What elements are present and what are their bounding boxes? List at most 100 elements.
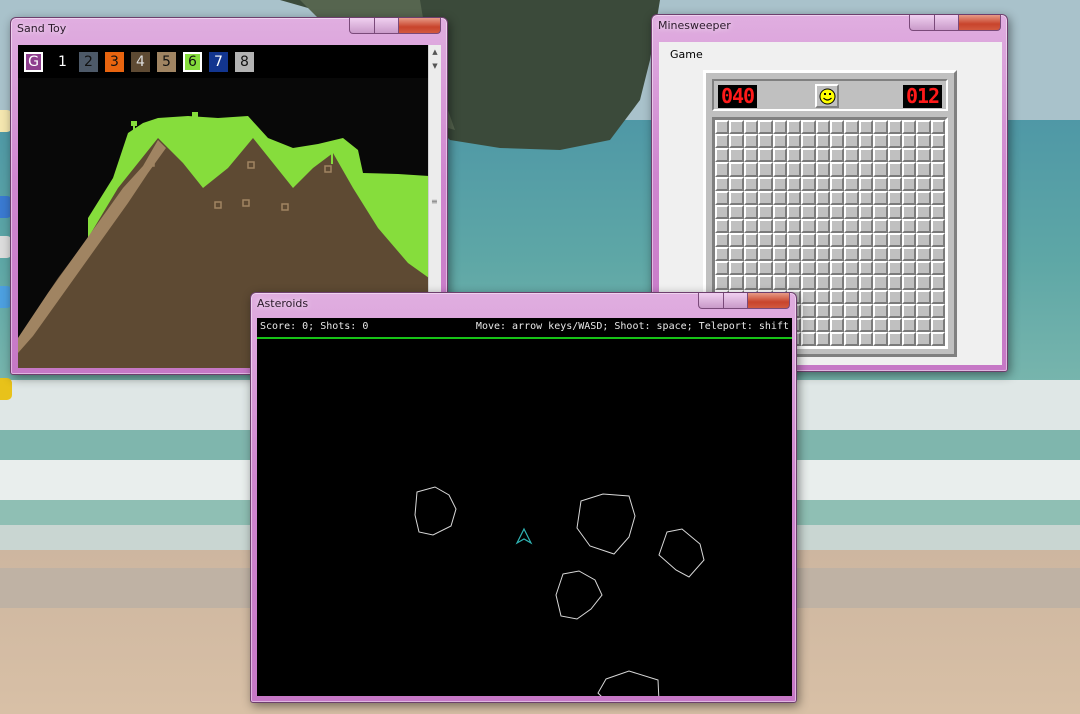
mine-cell[interactable] [844, 204, 859, 219]
mine-cell[interactable] [715, 190, 730, 205]
mine-cell[interactable] [916, 134, 931, 149]
close-button[interactable] [399, 18, 441, 34]
mine-cell[interactable] [815, 218, 830, 233]
mine-cell[interactable] [844, 148, 859, 163]
mine-cell[interactable] [729, 261, 744, 276]
mine-cell[interactable] [772, 247, 787, 262]
mine-cell[interactable] [815, 162, 830, 177]
mine-cell[interactable] [715, 218, 730, 233]
mine-cell[interactable] [830, 190, 845, 205]
palette-button-7[interactable]: 6 [183, 52, 202, 72]
palette-button-5[interactable]: 4 [131, 52, 150, 72]
mine-cell[interactable] [786, 148, 802, 163]
mine-cell[interactable] [715, 275, 730, 290]
mine-cell[interactable] [887, 289, 902, 304]
mine-cell[interactable] [801, 233, 816, 248]
mine-cell[interactable] [858, 331, 874, 346]
mine-cell[interactable] [844, 218, 859, 233]
mine-cell[interactable] [916, 148, 931, 163]
mine-cell[interactable] [887, 148, 902, 163]
mine-cell[interactable] [815, 134, 830, 149]
mine-cell[interactable] [916, 261, 931, 276]
mine-cell[interactable] [916, 289, 931, 304]
mine-cell[interactable] [815, 317, 830, 332]
mine-cell[interactable] [758, 204, 773, 219]
mine-cell[interactable] [786, 218, 802, 233]
mine-cell[interactable] [743, 247, 759, 262]
mine-cell[interactable] [901, 148, 917, 163]
mine-cell[interactable] [930, 289, 945, 304]
mine-cell[interactable] [772, 233, 787, 248]
mine-cell[interactable] [786, 162, 802, 177]
asteroids-window[interactable]: Asteroids Score: 0; Shots: 0 Move: arrow… [250, 292, 797, 703]
mine-cell[interactable] [887, 233, 902, 248]
mine-cell[interactable] [801, 134, 816, 149]
mine-cell[interactable] [815, 331, 830, 346]
mine-cell[interactable] [830, 134, 845, 149]
mine-cell[interactable] [743, 204, 759, 219]
mine-cell[interactable] [830, 233, 845, 248]
mine-cell[interactable] [930, 134, 945, 149]
mine-cell[interactable] [758, 176, 773, 191]
palette-button-8[interactable]: 7 [209, 52, 228, 72]
mine-cell[interactable] [901, 204, 917, 219]
mine-cell[interactable] [729, 162, 744, 177]
mine-cell[interactable] [930, 317, 945, 332]
scroll-up-arrow-icon[interactable]: ▲ [429, 45, 441, 59]
mine-cell[interactable] [858, 162, 874, 177]
mine-cell[interactable] [772, 176, 787, 191]
mine-cell[interactable] [772, 275, 787, 290]
mine-cell[interactable] [887, 275, 902, 290]
mine-cell[interactable] [758, 247, 773, 262]
mine-cell[interactable] [901, 176, 917, 191]
menu-game[interactable]: Game [670, 48, 703, 61]
mine-cell[interactable] [916, 275, 931, 290]
mine-cell[interactable] [844, 134, 859, 149]
mine-cell[interactable] [916, 218, 931, 233]
mine-cell[interactable] [901, 120, 917, 135]
mine-cell[interactable] [844, 261, 859, 276]
mine-cell[interactable] [873, 261, 888, 276]
mine-cell[interactable] [743, 162, 759, 177]
mine-cell[interactable] [830, 303, 845, 318]
mine-cell[interactable] [715, 204, 730, 219]
mine-cell[interactable] [901, 162, 917, 177]
mine-cell[interactable] [801, 275, 816, 290]
minimize-button[interactable] [349, 18, 375, 34]
mine-cell[interactable] [758, 134, 773, 149]
mine-cell[interactable] [715, 162, 730, 177]
mine-cell[interactable] [743, 120, 759, 135]
minimize-button[interactable] [909, 15, 935, 31]
mine-cell[interactable] [815, 190, 830, 205]
mine-cell[interactable] [873, 190, 888, 205]
mine-cell[interactable] [873, 275, 888, 290]
mine-cell[interactable] [758, 120, 773, 135]
mine-cell[interactable] [858, 317, 874, 332]
mine-cell[interactable] [873, 247, 888, 262]
mine-cell[interactable] [901, 331, 917, 346]
mine-cell[interactable] [873, 134, 888, 149]
mine-cell[interactable] [901, 218, 917, 233]
mine-cell[interactable] [873, 204, 888, 219]
mine-cell[interactable] [743, 190, 759, 205]
mine-cell[interactable] [858, 303, 874, 318]
mine-cell[interactable] [901, 190, 917, 205]
mine-cell[interactable] [887, 120, 902, 135]
mine-cell[interactable] [772, 261, 787, 276]
mine-cell[interactable] [729, 176, 744, 191]
mine-cell[interactable] [930, 190, 945, 205]
mine-cell[interactable] [815, 176, 830, 191]
mine-cell[interactable] [743, 148, 759, 163]
mine-cell[interactable] [801, 120, 816, 135]
desktop-icon[interactable] [0, 378, 12, 400]
mine-cell[interactable] [830, 247, 845, 262]
asteroids-playfield[interactable] [257, 339, 792, 696]
mine-cell[interactable] [844, 289, 859, 304]
mine-cell[interactable] [772, 120, 787, 135]
mine-cell[interactable] [743, 233, 759, 248]
asteroids-client[interactable]: Score: 0; Shots: 0 Move: arrow keys/WASD… [257, 318, 792, 696]
mine-cell[interactable] [887, 190, 902, 205]
mine-cell[interactable] [729, 275, 744, 290]
mine-cell[interactable] [916, 162, 931, 177]
mine-cell[interactable] [715, 176, 730, 191]
